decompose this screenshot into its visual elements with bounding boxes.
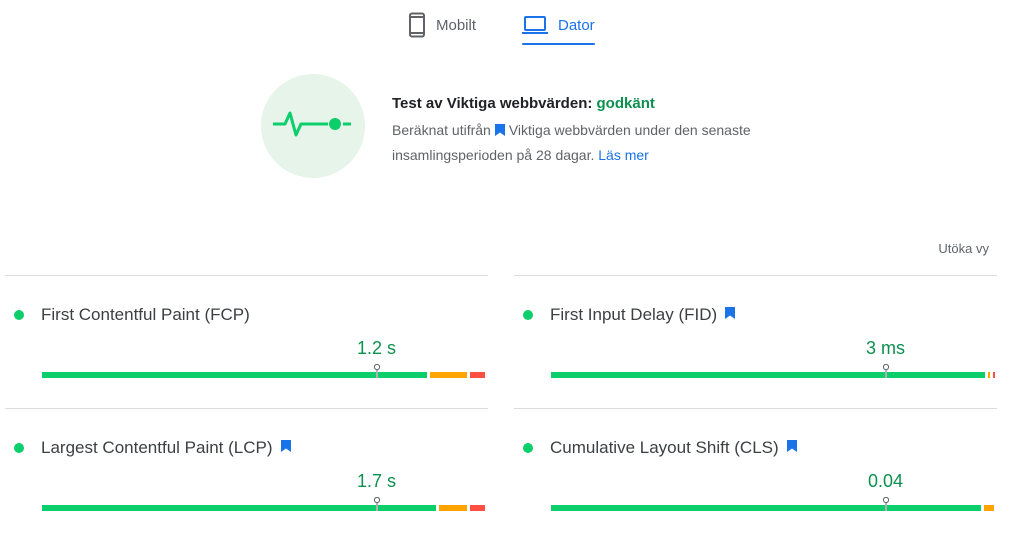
average-segment <box>988 372 991 378</box>
average-segment <box>438 505 468 511</box>
status-good-dot-icon <box>14 310 24 320</box>
summary-status: godkänt <box>596 95 655 112</box>
metric-header: Largest Contentful Paint (LCP) <box>14 438 291 458</box>
pulse-badge <box>261 74 365 178</box>
status-good-dot-icon <box>523 443 533 453</box>
metric-value: 0.04 <box>867 471 904 491</box>
percentile-marker-icon <box>373 363 381 380</box>
metric-value: 3 ms <box>865 338 906 358</box>
metric-lcp: Largest Contentful Paint (LCP) 1.7 s <box>5 408 488 534</box>
tab-desktop-label: Dator <box>558 16 595 34</box>
active-tab-indicator <box>522 43 595 45</box>
summary-title: Test av Viktiga webbvärden: godkänt <box>392 94 772 114</box>
tab-desktop[interactable]: Dator <box>522 6 595 44</box>
poor-segment <box>470 505 485 511</box>
metric-value: 1.2 s <box>356 338 397 358</box>
status-good-dot-icon <box>14 443 24 453</box>
smartphone-icon <box>408 12 426 38</box>
metric-name[interactable]: Cumulative Layout Shift (CLS) <box>550 438 779 458</box>
summary-description: Beräknat utifrån Viktiga webbvärden under… <box>392 118 772 167</box>
summary-desc-prefix: Beräknat utifrån <box>392 122 491 138</box>
metric-fid: First Input Delay (FID) 3 ms <box>514 275 997 408</box>
tab-mobile[interactable]: Mobilt <box>408 6 476 44</box>
percentile-marker-icon <box>373 496 381 513</box>
metric-name[interactable]: First Input Delay (FID) <box>550 305 717 325</box>
summary-block: Test av Viktiga webbvärden: godkänt Berä… <box>392 94 772 167</box>
percentile-marker-icon <box>882 363 890 380</box>
laptop-icon <box>522 15 548 35</box>
bookmark-icon <box>725 306 736 324</box>
expand-view-button[interactable]: Utöka vy <box>938 241 989 256</box>
bookmark-icon <box>786 439 797 457</box>
metric-header: First Contentful Paint (FCP) <box>14 305 250 325</box>
good-segment <box>551 372 986 378</box>
good-segment <box>42 372 428 378</box>
distribution-bar <box>551 363 997 380</box>
average-segment <box>430 372 468 378</box>
distribution-bar <box>42 363 488 380</box>
distribution-bar <box>42 496 488 513</box>
good-segment <box>551 505 981 511</box>
summary-title-prefix: Test av Viktiga webbvärden: <box>392 95 597 112</box>
metric-cls: Cumulative Layout Shift (CLS) 0.04 <box>514 408 997 534</box>
learn-more-link[interactable]: Läs mer <box>598 147 649 163</box>
metric-name[interactable]: First Contentful Paint (FCP) <box>41 305 250 325</box>
poor-segment <box>470 372 485 378</box>
tab-mobile-label: Mobilt <box>436 16 477 34</box>
status-good-dot-icon <box>523 310 533 320</box>
average-segment <box>983 505 994 511</box>
device-tabs: Mobilt Dator <box>0 0 1013 46</box>
poor-segment <box>992 372 995 378</box>
metric-header: First Input Delay (FID) <box>523 305 736 325</box>
bookmark-icon <box>280 439 291 457</box>
bookmark-icon <box>494 119 505 143</box>
distribution-bar <box>551 496 997 513</box>
pulse-icon <box>271 109 353 144</box>
percentile-marker-icon <box>882 496 890 513</box>
metric-value: 1.7 s <box>356 471 397 491</box>
metric-fcp: First Contentful Paint (FCP) 1.2 s <box>5 275 488 408</box>
metric-name[interactable]: Largest Contentful Paint (LCP) <box>41 438 273 458</box>
metric-header: Cumulative Layout Shift (CLS) <box>523 438 797 458</box>
